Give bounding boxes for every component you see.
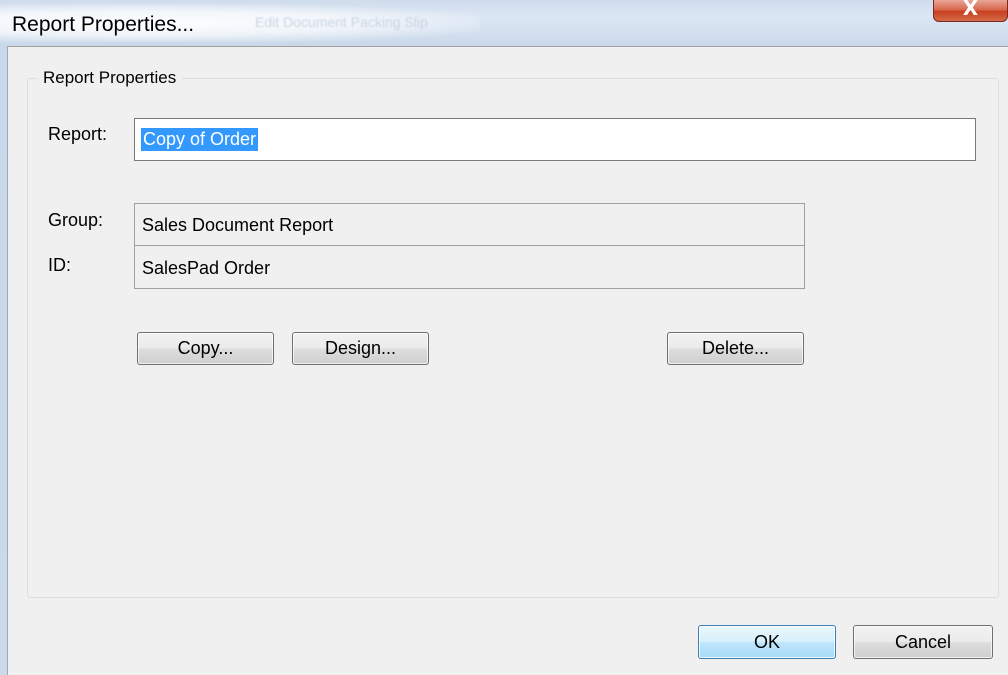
report-name-input[interactable]: Copy of Order (134, 118, 976, 161)
id-label: ID: (48, 255, 72, 275)
title-bar[interactable]: Edit Document Packing Slip Report Proper… (0, 0, 1008, 46)
id-value-field: SalesPad Order (135, 247, 804, 289)
close-button[interactable]: X (933, 0, 1008, 22)
report-info-box: Sales Document Report SalesPad Order (134, 203, 805, 289)
background-window-title: Edit Document Packing Slip (255, 14, 428, 30)
window-frame-left (0, 46, 8, 675)
id-value: SalesPad Order (142, 258, 271, 278)
cancel-button[interactable]: Cancel (853, 625, 993, 659)
design-button[interactable]: Design... (292, 332, 429, 365)
group-value-field: Sales Document Report (135, 204, 804, 246)
group-label: Group: (48, 210, 104, 230)
copy-button[interactable]: Copy... (137, 332, 274, 365)
groupbox-legend: Report Properties (37, 68, 183, 88)
report-label: Report: (48, 124, 108, 144)
ok-button[interactable]: OK (698, 625, 836, 659)
group-value: Sales Document Report (142, 215, 334, 235)
delete-button[interactable]: Delete... (667, 332, 804, 365)
window-title: Report Properties... (12, 13, 195, 36)
report-name-value: Copy of Order (141, 128, 259, 151)
close-icon: X (962, 0, 979, 20)
report-properties-dialog: Edit Document Packing Slip Report Proper… (0, 0, 1008, 675)
